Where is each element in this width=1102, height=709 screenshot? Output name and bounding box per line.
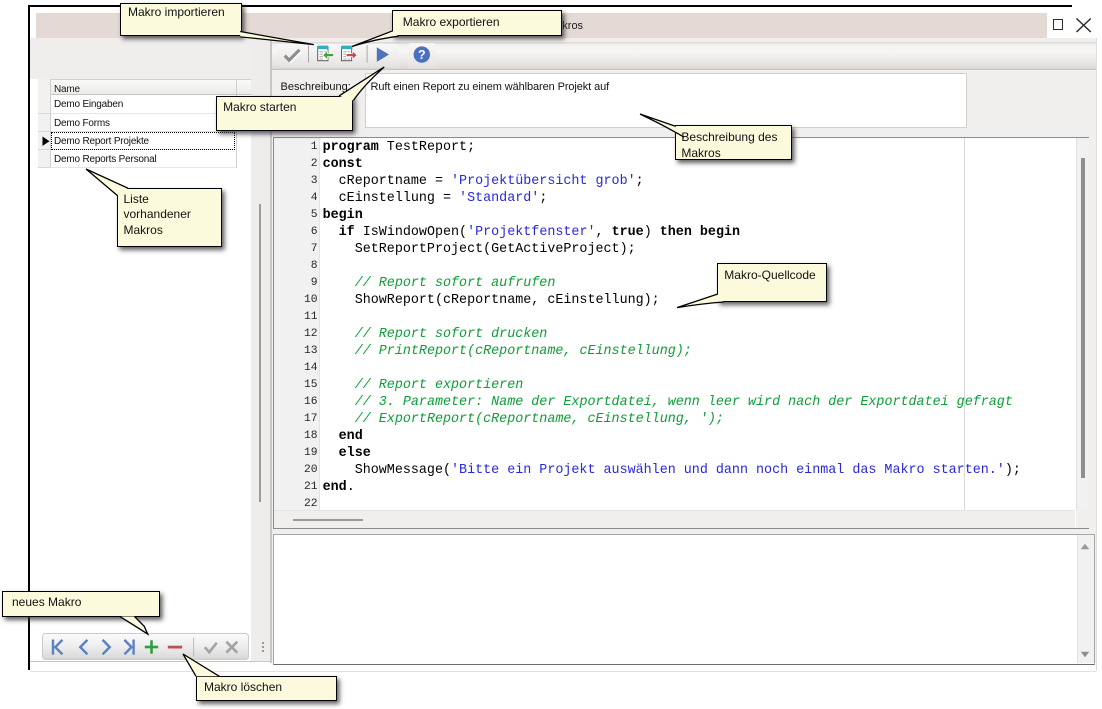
- svg-text:?: ?: [418, 48, 426, 62]
